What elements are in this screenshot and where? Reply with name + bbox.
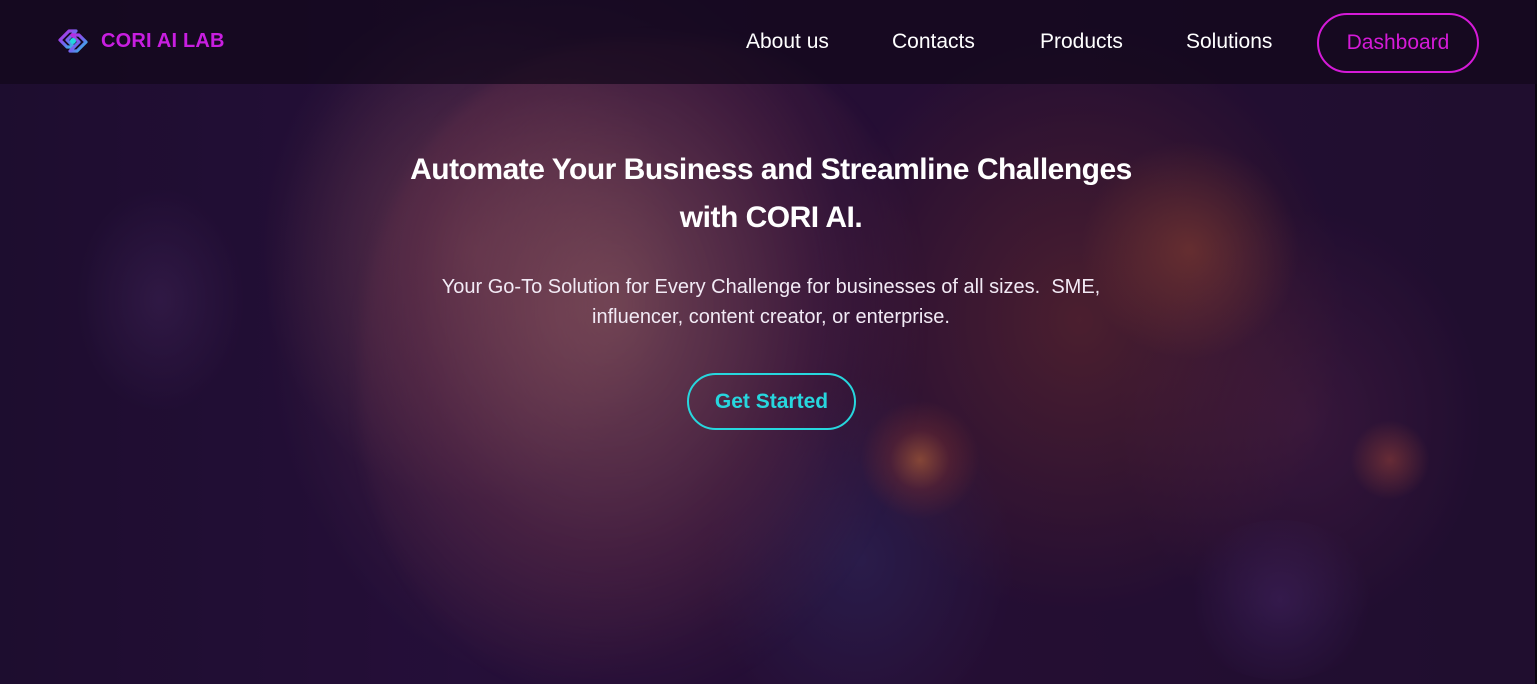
- nav-about-us[interactable]: About us: [746, 30, 829, 54]
- brand-name: CORI AI LAB: [101, 29, 225, 52]
- cori-link-logo-icon: [58, 29, 88, 53]
- nav-contacts[interactable]: Contacts: [892, 30, 975, 54]
- background-glow: [1350, 420, 1430, 500]
- hero-headline-line2: with CORI AI.: [679, 201, 863, 234]
- hero-subtext: Your Go-To Solution for Every Challenge …: [410, 272, 1132, 332]
- get-started-label: Get Started: [714, 389, 829, 413]
- hero-background-image: [360, 40, 920, 684]
- hero-subtext-line2: influencer, content creator, or enterpri…: [592, 306, 950, 328]
- dashboard-label: Dashboard: [1346, 31, 1450, 54]
- hero-headline: Automate Your Business and Streamline Ch…: [370, 146, 1172, 242]
- nav-products[interactable]: Products: [1040, 30, 1123, 54]
- background-glow: [860, 400, 980, 520]
- hero-section: Automate Your Business and Streamline Ch…: [0, 0, 1537, 684]
- hero-headline-line1: Automate Your Business and Streamline Ch…: [410, 153, 1132, 186]
- top-navbar: CORI AI LAB About us Contacts Products S…: [0, 0, 1537, 84]
- dashboard-button[interactable]: Dashboard: [1317, 13, 1479, 73]
- nav-solutions[interactable]: Solutions: [1186, 30, 1272, 54]
- brand-home-link[interactable]: CORI AI LAB: [54, 22, 225, 60]
- get-started-button[interactable]: Get Started: [687, 373, 856, 430]
- hero-overlay: [0, 0, 1535, 684]
- hero-subtext-line1: Your Go-To Solution for Every Challenge …: [441, 276, 1101, 298]
- background-glow: [1180, 520, 1380, 680]
